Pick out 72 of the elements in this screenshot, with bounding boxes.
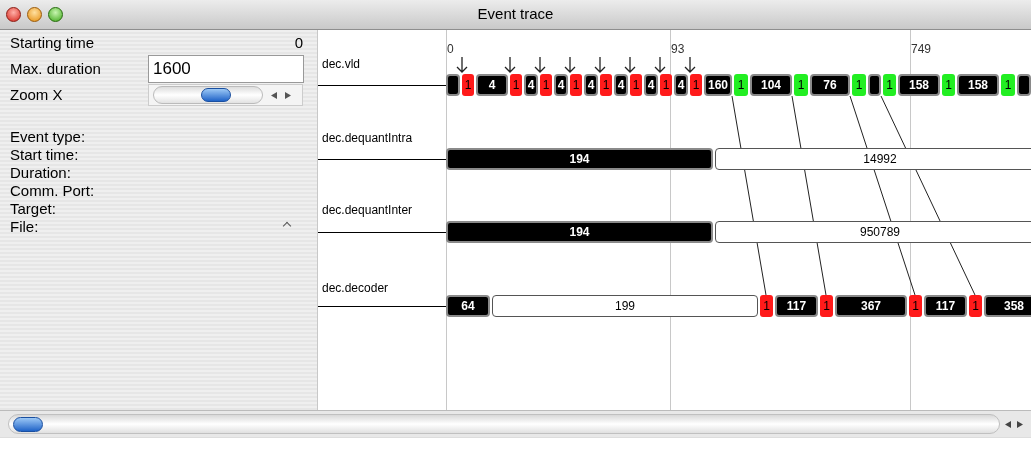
event-bar[interactable]: 1 — [969, 295, 982, 317]
event-bar[interactable]: 4 — [674, 74, 688, 96]
actor-label: dec.vld — [322, 56, 361, 73]
window-title: Event trace — [477, 4, 554, 25]
detail-label: Comm. Port: — [10, 182, 95, 200]
close-button[interactable] — [6, 7, 21, 22]
event-bar[interactable]: 1 — [909, 295, 922, 317]
event-bar[interactable]: 1 — [462, 74, 474, 96]
event-bar[interactable]: 158 — [898, 74, 940, 96]
event-bar[interactable]: 4 — [554, 74, 568, 96]
event-bar[interactable]: 1 — [734, 74, 748, 96]
event-bar[interactable]: 4 — [644, 74, 658, 96]
event-bar[interactable]: 14992 — [715, 148, 1031, 170]
event-bar[interactable]: 1 — [660, 74, 672, 96]
detail-label: File: — [10, 218, 39, 236]
field-value: 0 — [294, 32, 303, 53]
actor-label: dec.decoder — [322, 280, 389, 297]
event-bar[interactable]: 1 — [690, 74, 702, 96]
event-bar[interactable]: 1 — [760, 295, 773, 317]
time-mark: 0 — [447, 41, 454, 58]
slider-thumb[interactable] — [200, 88, 231, 102]
detail-label: Event type: — [10, 128, 86, 146]
event-bar[interactable]: 1 — [883, 74, 896, 96]
event-bar[interactable]: 76 — [810, 74, 850, 96]
event-bar[interactable]: 4 — [476, 74, 508, 96]
event-bar[interactable]: 1 — [630, 74, 642, 96]
event-bar[interactable] — [446, 74, 460, 96]
scrollbar[interactable] — [0, 410, 1031, 437]
event-bar[interactable]: 158 — [957, 74, 999, 96]
event-bar[interactable]: 117 — [924, 295, 967, 317]
event-bar[interactable]: 1 — [852, 74, 866, 96]
event-bar[interactable]: 64 — [446, 295, 490, 317]
step-right-icon[interactable] — [285, 91, 291, 99]
event-bar[interactable]: 1 — [942, 74, 955, 96]
event-bar[interactable]: 1 — [570, 74, 582, 96]
event-bar[interactable]: 4 — [524, 74, 538, 96]
actor-label: dec.dequantInter — [322, 202, 413, 219]
detail-label: Duration: — [10, 164, 71, 182]
event-bar[interactable] — [868, 74, 881, 96]
detail-label: Start time: — [10, 146, 79, 164]
time-mark: 93 — [671, 41, 685, 58]
step-left-icon[interactable] — [271, 91, 277, 99]
event-bar[interactable]: 358 — [984, 295, 1031, 317]
scroll-left-icon[interactable] — [1005, 420, 1011, 428]
input-field[interactable]: 1600 — [148, 55, 304, 83]
event-bar[interactable]: 1 — [820, 295, 833, 317]
event-bar[interactable]: 1 — [1001, 74, 1015, 96]
field-label: Zoom X — [10, 84, 64, 105]
event-bar[interactable]: 160 — [704, 74, 732, 96]
actor-label: dec.dequantIntra — [322, 130, 413, 147]
detail-label: Target: — [10, 200, 56, 218]
event-bar[interactable]: 194 — [446, 148, 713, 170]
event-bar[interactable]: 104 — [750, 74, 792, 96]
time-mark: 749 — [911, 41, 932, 58]
event-bar[interactable]: 1 — [510, 74, 522, 96]
minimize-button[interactable] — [27, 7, 42, 22]
event-bar[interactable]: 1 — [600, 74, 612, 96]
event-bar[interactable]: 199 — [492, 295, 758, 317]
event-bar[interactable]: 194 — [446, 221, 713, 243]
field-label: Starting time — [10, 32, 96, 53]
event-bar[interactable]: 367 — [835, 295, 907, 317]
event-bar[interactable]: 1 — [540, 74, 552, 96]
event-bar[interactable]: 117 — [775, 295, 818, 317]
event-bar[interactable]: 950789 — [715, 221, 1031, 243]
field-label: Max. duration — [10, 58, 102, 79]
event-bar[interactable]: 4 — [614, 74, 628, 96]
scroll-thumb[interactable] — [13, 417, 43, 432]
zoom-button[interactable] — [48, 7, 63, 22]
scroll-right-icon[interactable] — [1017, 420, 1023, 428]
event-bar[interactable] — [1017, 74, 1031, 96]
event-bar[interactable]: 4 — [584, 74, 598, 96]
event-bar[interactable]: 1 — [794, 74, 808, 96]
